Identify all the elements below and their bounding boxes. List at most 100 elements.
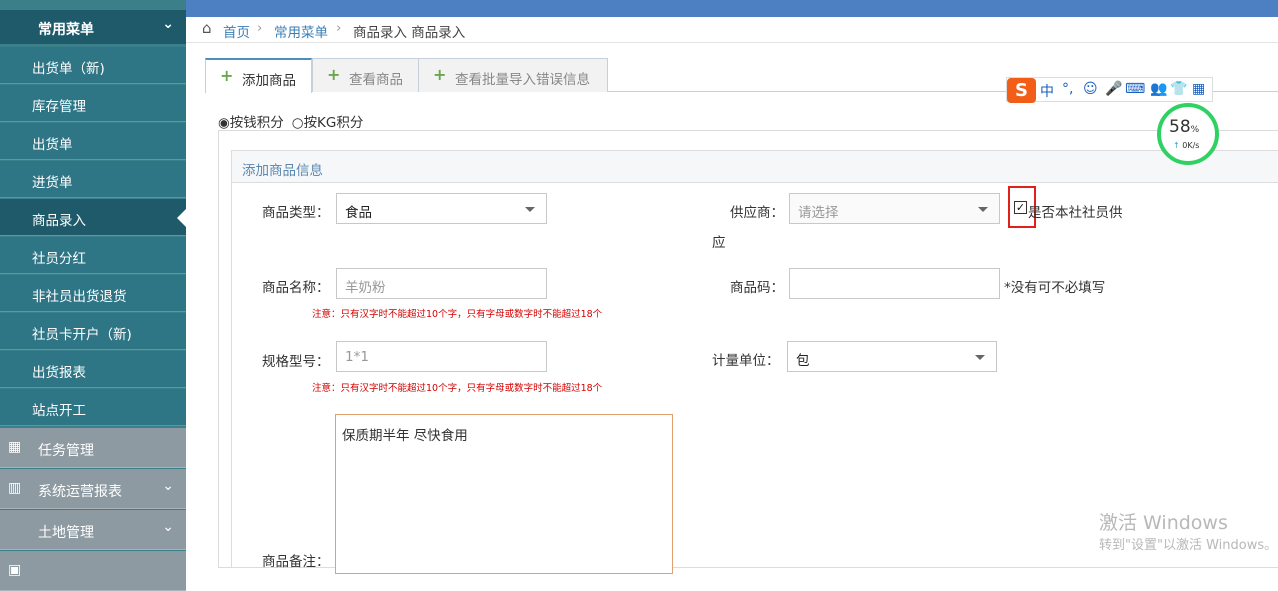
radio-label: 按KG积分 — [303, 115, 364, 131]
ime-voice-icon[interactable]: 🎤 — [1105, 81, 1122, 97]
tab-view-products[interactable]: + 查看商品 — [312, 58, 419, 92]
grid-icon: ▦ — [8, 439, 22, 455]
sidebar-item-label: 站点开工 — [32, 403, 86, 419]
member-supply-label-wrap: 应 — [712, 235, 726, 251]
unit-value: 包 — [796, 353, 810, 369]
speed-percent: 58% — [1169, 117, 1200, 137]
product-code-label: 商品码： — [730, 280, 784, 296]
product-name-placeholder: 羊奶粉 — [345, 280, 386, 296]
sidebar-group-land-management[interactable]: 土地管理 ⌄ — [0, 510, 186, 550]
breadcrumb-separator: › — [336, 20, 342, 36]
breadcrumb-current: 商品录入 商品录入 — [353, 25, 466, 41]
ime-skin-icon[interactable]: 👕 — [1170, 81, 1187, 97]
sidebar-group-operations-report[interactable]: ▥ 系统运营报表 ⌄ — [0, 469, 186, 509]
breadcrumb-home-link[interactable]: 首页 — [223, 21, 250, 41]
member-supply-label: 是否本社社员供 — [1028, 205, 1123, 221]
ime-punctuation-icon[interactable]: °, — [1062, 81, 1073, 97]
sidebar-item-shipment-report[interactable]: 出货报表 — [0, 351, 186, 388]
sidebar-item-shipment-new[interactable]: 出货单（新) — [0, 47, 186, 84]
breadcrumb-divider — [186, 42, 1278, 43]
product-type-label: 商品类型： — [262, 205, 330, 221]
caret-down-icon — [978, 207, 988, 212]
sidebar-item-label: 出货报表 — [32, 365, 86, 381]
points-mode-radios: ◉按钱积分 ○按KG积分 — [218, 111, 371, 131]
top-bar — [0, 0, 1278, 17]
ime-chinese-mode-icon[interactable]: 中 — [1040, 81, 1054, 101]
breadcrumb-separator: › — [257, 20, 263, 36]
speed-rate: ↑ 0K/s — [1173, 141, 1200, 150]
activation-watermark-subtitle: 转到"设置"以激活 Windows。 — [1099, 538, 1278, 553]
sidebar-header-common-menu[interactable]: 常用菜单 ⌄ — [0, 10, 186, 44]
sidebar-item-inventory[interactable]: 库存管理 — [0, 85, 186, 122]
sidebar-item-label: 社员卡开户（新) — [32, 327, 132, 343]
plus-icon: + — [327, 65, 341, 84]
chevron-down-icon: ⌄ — [162, 478, 174, 494]
sidebar-item-label: 商品录入 — [32, 213, 86, 229]
supplier-label: 供应商： — [730, 205, 784, 221]
breadcrumb: ⌂ 首页 › 常用菜单 › 商品录入 商品录入 — [186, 17, 1278, 42]
sogou-logo-icon[interactable]: S — [1007, 78, 1036, 103]
sidebar-item-label: 出货单 — [32, 137, 73, 153]
member-supply-checkbox[interactable]: ✓ — [1014, 201, 1027, 214]
tab-view-import-errors[interactable]: + 查看批量导入错误信息 — [418, 58, 608, 92]
chevron-down-icon: ⌄ — [162, 519, 174, 535]
sidebar-item-purchase[interactable]: 进货单 — [0, 161, 186, 198]
spec-placeholder: 1*1 — [345, 349, 369, 365]
chevron-down-icon: ⌄ — [162, 16, 174, 32]
spec-note: 注意：只有汉字时不能超过10个字，只有字母或数字时不能超过18个 — [312, 383, 603, 394]
radio-label: 按钱积分 — [229, 115, 284, 131]
sidebar-item-shipment[interactable]: 出货单 — [0, 123, 186, 160]
sidebar-item-product-entry[interactable]: 商品录入 — [0, 199, 186, 236]
sidebar-group-label: 任务管理 — [38, 443, 94, 459]
panel-title: 添加商品信息 — [242, 163, 323, 179]
bar-chart-icon: ▥ — [8, 480, 22, 496]
sidebar-item-label: 社员分红 — [32, 251, 86, 267]
plus-icon: + — [220, 66, 234, 85]
tab-label: 查看商品 — [349, 72, 403, 88]
sidebar-item-site-start[interactable]: 站点开工 — [0, 389, 186, 426]
sidebar-group-label: 土地管理 — [38, 525, 94, 541]
remark-value: 保质期半年 尽快食用 — [342, 428, 468, 444]
product-name-input[interactable]: 羊奶粉 — [336, 268, 547, 299]
tab-add-product[interactable]: + 添加商品 — [205, 58, 312, 93]
plus-icon: + — [433, 65, 447, 84]
product-type-value: 食品 — [345, 205, 372, 221]
sidebar-item-label: 库存管理 — [32, 99, 86, 115]
sidebar-group-label: 系统运营报表 — [38, 484, 122, 500]
sidebar-group-partial[interactable]: ▣ — [0, 551, 186, 591]
remark-textarea[interactable]: 保质期半年 尽快食用 — [335, 414, 673, 574]
tab-label: 查看批量导入错误信息 — [455, 72, 590, 88]
sidebar-header-label: 常用菜单 — [38, 22, 94, 38]
caret-down-icon — [525, 207, 535, 212]
product-name-note: 注意：只有汉字时不能超过10个字，只有字母或数字时不能超过18个 — [312, 309, 603, 320]
breadcrumb-common-menu-link[interactable]: 常用菜单 — [274, 21, 328, 41]
supplier-placeholder: 请选择 — [798, 205, 839, 221]
caret-down-icon — [975, 355, 985, 360]
product-code-input[interactable] — [789, 268, 1000, 299]
ime-keyboard-icon[interactable]: ⌨ — [1125, 81, 1145, 97]
product-code-hint: *没有可不必填写 — [1004, 280, 1106, 296]
radio-by-kg[interactable]: ○按KG积分 — [292, 115, 368, 131]
product-type-select[interactable]: 食品 — [336, 193, 547, 224]
sidebar-item-member-dividend[interactable]: 社员分红 — [0, 237, 186, 274]
sidebar-item-label: 非社员出货退货 — [32, 289, 127, 305]
sidebar-item-label: 出货单（新) — [32, 61, 105, 77]
unit-label: 计量单位： — [712, 353, 780, 369]
panel-header: 添加商品信息 — [232, 151, 1278, 183]
ime-emoji-icon[interactable]: ☺ — [1083, 81, 1098, 97]
ime-toolbar: S 中 °, ☺ 🎤 ⌨ 👥 👕 ▦ — [1006, 77, 1213, 103]
remark-label: 商品备注： — [262, 554, 330, 570]
tab-label: 添加商品 — [242, 73, 296, 89]
supplier-select[interactable]: 请选择 — [789, 193, 1000, 224]
sidebar-item-nonmember-return[interactable]: 非社员出货退货 — [0, 275, 186, 312]
sidebar-item-member-card[interactable]: 社员卡开户（新) — [0, 313, 186, 350]
unit-select[interactable]: 包 — [787, 341, 997, 372]
spec-input[interactable]: 1*1 — [336, 341, 547, 372]
activation-watermark-title: 激活 Windows — [1099, 512, 1228, 534]
network-speed-widget[interactable]: 58% ↑ 0K/s — [1157, 103, 1219, 165]
sidebar-group-task-management[interactable]: ▦ 任务管理 — [0, 428, 186, 468]
home-icon: ⌂ — [202, 19, 212, 37]
ime-user-icon[interactable]: 👥 — [1150, 81, 1167, 97]
radio-by-money[interactable]: ◉按钱积分 — [218, 115, 288, 131]
ime-toolbox-icon[interactable]: ▦ — [1192, 81, 1205, 97]
